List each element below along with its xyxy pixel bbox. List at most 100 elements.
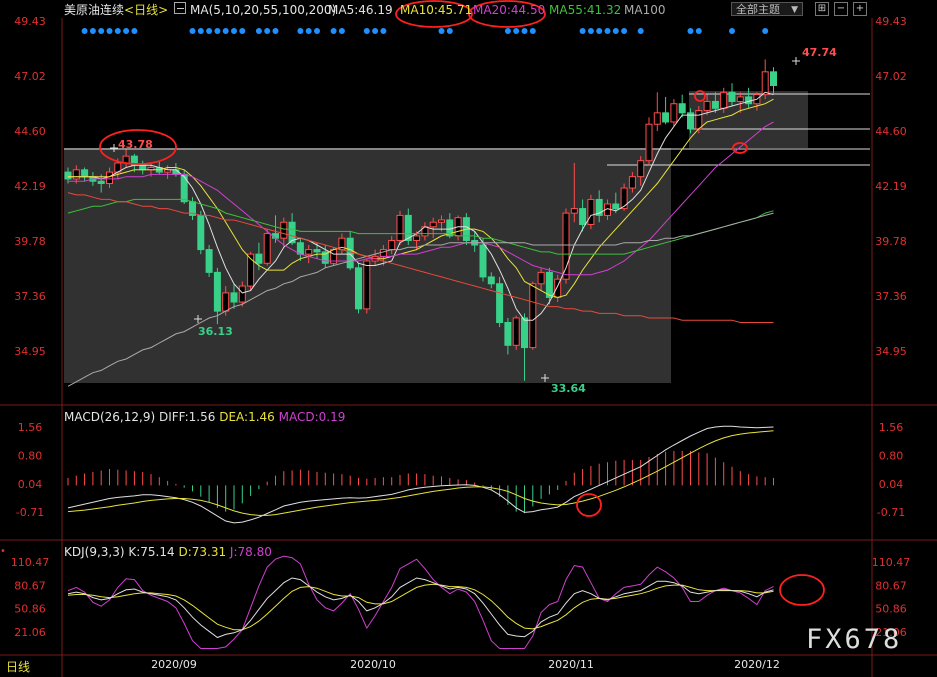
event-dot [255,28,262,34]
price-tick-left: 49.43 [14,15,46,28]
kdj-value-2: J:78.80 [226,545,272,559]
period-tag[interactable]: <日线> [124,3,168,17]
event-dot [214,28,221,34]
plus-icon[interactable]: + [853,2,867,16]
candle-up [628,176,636,189]
candle-up [537,271,545,285]
event-dot [380,28,387,34]
kdj-tick-right: 50.86 [875,603,907,616]
event-dot [529,28,536,34]
event-dot [612,28,619,34]
event-dot [106,28,113,34]
price-tick-left: 47.02 [14,70,46,83]
event-dot [123,28,130,34]
candle-up [363,260,371,310]
candle-up [653,112,661,125]
candle-up [645,123,653,162]
event-dot [729,28,735,34]
macd-tick-left: -0.71 [16,506,44,519]
event-dot [239,28,246,34]
event-dot [513,28,520,34]
price-tick-right: 37.36 [875,290,907,303]
grid-icon[interactable]: ⊞ [815,2,829,16]
kdj-tick-left: 110.47 [11,556,50,569]
macd-legend: MACD(26,12,9) DIFF:1.56 DEA:1.46 MACD:0.… [64,410,345,424]
kdj-tick-left: 80.67 [14,579,46,592]
candle-up [429,221,437,228]
price-tick-right: 44.60 [875,125,907,138]
candle-down [728,91,736,102]
x-tick-label: 2020/12 [734,658,780,671]
macd-tick-right: 0.80 [879,449,904,462]
instrument-name: 美原油连续 [64,3,125,17]
event-dot [131,28,138,34]
event-dot [272,28,279,34]
kdj-tick-left: 50.86 [14,603,46,616]
price-tick-left: 39.78 [14,235,46,248]
kdj-value-1: D:73.31 [174,545,227,559]
candle-up [670,103,678,123]
minus-icon[interactable]: − [834,2,848,16]
event-dot [438,28,445,34]
kdj-tick-right: 110.47 [872,556,911,569]
candle-down [521,317,528,349]
event-dot [231,28,237,34]
macd-label: MACD(26,12,9) [64,410,156,424]
kdj-value-0: K:75.14 [128,545,175,559]
candle-down [678,103,686,114]
candle-down [213,271,221,312]
candle-up [238,285,246,303]
event-dot [264,28,271,34]
price-tick-left: 34.95 [14,345,46,358]
event-dot [197,28,204,34]
event-dot [372,28,379,34]
candle-down [612,203,620,210]
price-tick-left: 42.19 [14,180,46,193]
x-tick-label: 2020/11 [548,658,594,671]
event-dot [504,28,511,34]
candle-down [662,112,670,123]
candle-up [720,91,728,109]
candle-down [197,214,205,251]
price-annotation-1: 36.13 [198,325,233,338]
price-annotation-3: 47.74 [802,46,837,59]
candle-down [487,276,495,285]
watermark: FX678 [806,624,903,655]
candle-down [479,244,487,278]
candle-up [587,198,595,226]
candle-down [205,249,213,273]
event-dot [98,28,105,34]
instrument-title: 美原油连续<日线> [64,3,168,17]
candle-up [388,239,396,251]
candle-up [562,212,570,280]
price-tick-right: 39.78 [875,235,907,248]
period-button[interactable]: 日线 [6,660,30,674]
candle-down [745,96,753,105]
macd-value-1: DEA:1.46 [215,410,275,424]
panel-marker-icon: • [0,546,6,557]
event-dot [89,28,96,34]
ma-label: MA(5,10,20,55,100,200) [190,3,337,17]
x-tick-label: 2020/10 [350,658,396,671]
candle-down [346,237,354,269]
candle-down [81,169,89,178]
event-dot [762,28,769,34]
candle-down [504,322,512,346]
candle-up [413,235,421,241]
market-chart: 43.78 36.13 33.64 47.74 49.43 49.43 47.02 47.0… [0,0,937,677]
candle-up [570,208,578,214]
candle-up [280,221,288,239]
candle-up [438,219,445,223]
ma-value-3: MA55:41.32 [549,3,622,17]
theme-dropdown[interactable]: 全部主题 ▼ [731,2,803,16]
kdj-tick-right: 80.67 [875,579,907,592]
price-tick-right: 34.95 [875,345,907,358]
candle-down [711,100,719,109]
kdj-label: KDJ(9,3,3) [64,545,125,559]
ma-value-0: MA5:46.19 [328,3,393,17]
event-dot [596,28,603,34]
chevron-down-icon: ▼ [791,5,798,15]
ma-settings-icon[interactable] [174,2,186,14]
event-dot [222,28,229,34]
event-dot [330,28,337,34]
